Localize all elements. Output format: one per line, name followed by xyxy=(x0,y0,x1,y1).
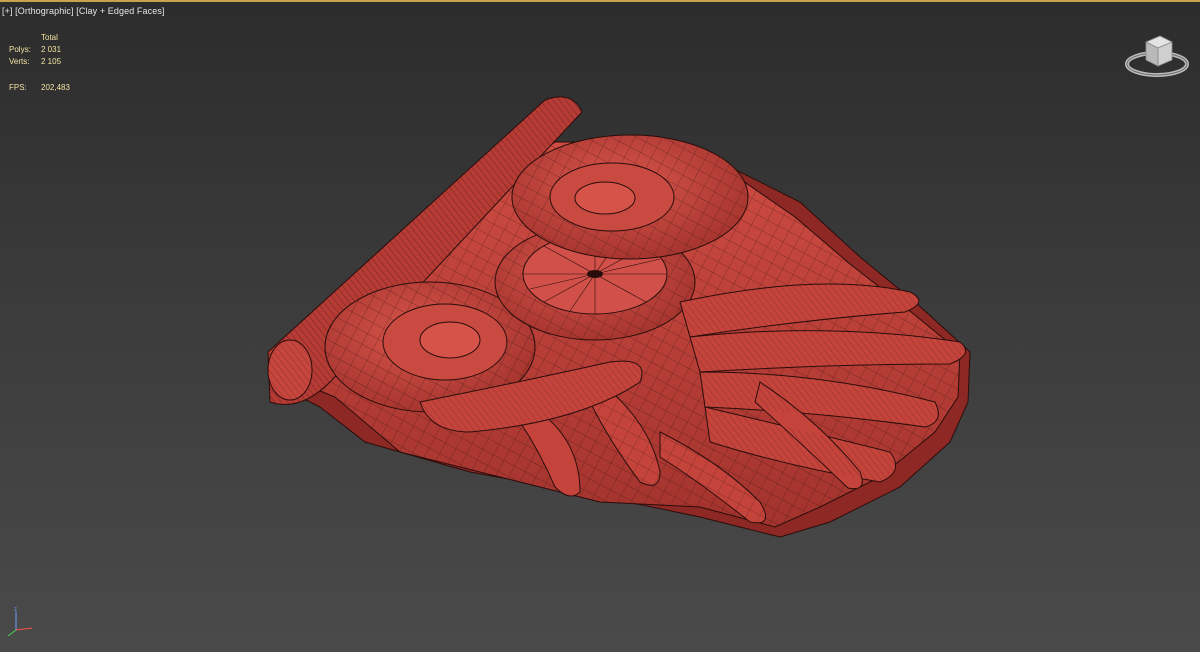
model-top-scroll xyxy=(511,134,749,260)
carved-corbel-model[interactable] xyxy=(0,2,1200,652)
axis-tripod-icon: z xyxy=(7,607,33,637)
svg-text:z: z xyxy=(14,607,17,613)
3d-viewport[interactable]: [+] [Orthographic] [Clay + Edged Faces] … xyxy=(0,0,1200,652)
viewcube-icon[interactable] xyxy=(1124,28,1190,80)
